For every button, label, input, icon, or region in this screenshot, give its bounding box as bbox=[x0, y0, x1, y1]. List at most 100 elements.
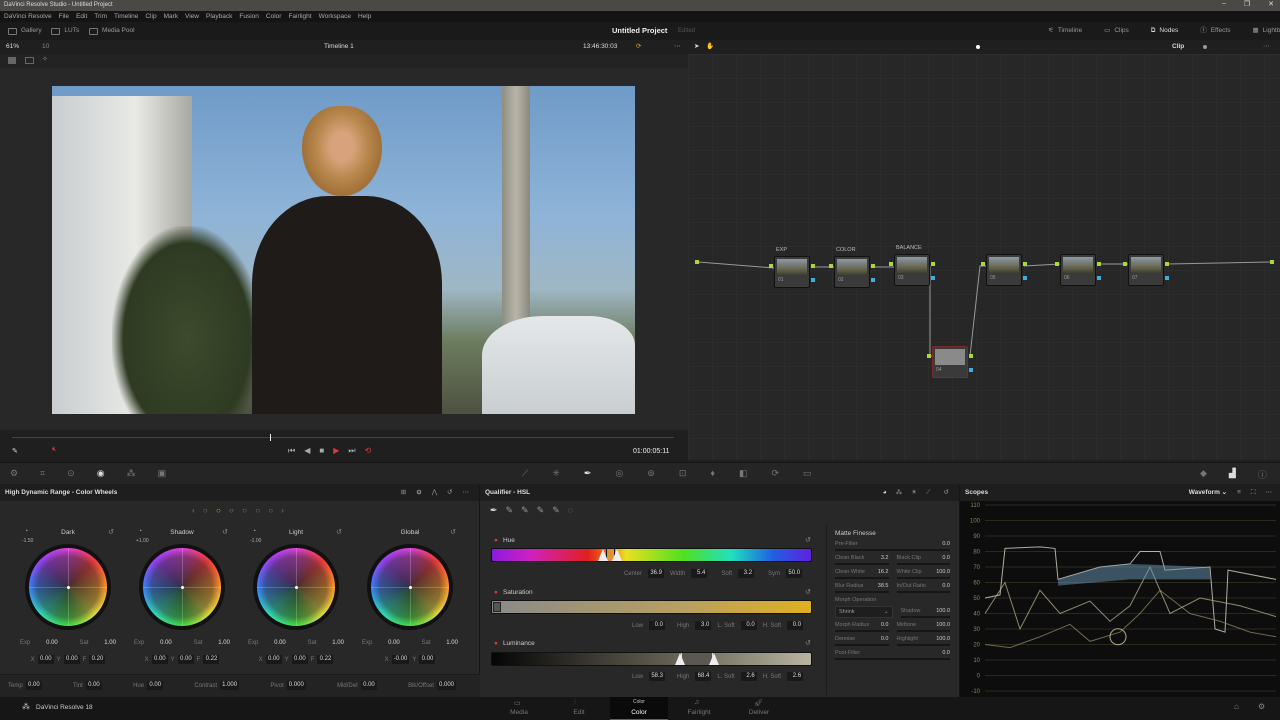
feather-minus-icon[interactable]: ✎ bbox=[537, 505, 545, 519]
f-field[interactable]: 0.22 bbox=[317, 655, 334, 664]
page-deliver[interactable]: 🚀︎ Deliver bbox=[730, 697, 788, 720]
zone-knob-icon[interactable]: ◔ bbox=[138, 528, 142, 535]
timeline-toggle[interactable]: ⚟ Timeline bbox=[1048, 22, 1082, 40]
color-wheel[interactable] bbox=[367, 544, 453, 630]
saturation-selection[interactable] bbox=[493, 602, 501, 612]
f-field[interactable]: 0.22 bbox=[203, 655, 220, 664]
adjust-field[interactable]: 0.000 bbox=[436, 681, 456, 690]
saturation-reset-icon[interactable]: ↺ bbox=[805, 588, 811, 596]
hue-range-bar[interactable] bbox=[491, 548, 812, 562]
gallery-button[interactable]: Gallery bbox=[8, 22, 42, 40]
node-rgb-input[interactable] bbox=[927, 354, 931, 358]
zone-graph-icon[interactable]: ⋀ bbox=[432, 485, 437, 501]
matte-slider[interactable] bbox=[835, 563, 889, 565]
picker-minus-icon[interactable]: ✎ bbox=[506, 505, 514, 519]
node-editor[interactable]: 01 EXP 02 COLOR 03 BALANCE 04 05 06 07 bbox=[688, 54, 1280, 460]
node-06[interactable]: 06 bbox=[1060, 254, 1096, 286]
rgb-mixer-icon[interactable]: ⁂ bbox=[127, 468, 136, 479]
picker-plus-icon[interactable]: ✎ bbox=[521, 505, 529, 519]
hsl-mode-icon[interactable]: ◕ bbox=[883, 485, 887, 501]
matte-morph-radius[interactable]: Morph Radius 0.0 bbox=[835, 618, 889, 632]
matte-slider[interactable] bbox=[900, 616, 950, 618]
page-edit[interactable]: ⫶ Edit bbox=[550, 697, 608, 720]
matte-shadow[interactable]: Shadow 100.0 bbox=[900, 604, 950, 618]
matte-slider[interactable] bbox=[896, 577, 950, 579]
exp-value[interactable]: 0.00 bbox=[46, 640, 58, 646]
luminance-low-handle[interactable] bbox=[675, 653, 685, 665]
scope-more-icon[interactable]: ⋯ bbox=[1266, 485, 1273, 501]
matte-slider[interactable] bbox=[896, 591, 950, 593]
step-back-button[interactable]: ◀ bbox=[304, 446, 310, 456]
zone-knob-icon[interactable]: ◔ bbox=[252, 528, 256, 535]
qualifier-reset-icon[interactable]: ↺ bbox=[944, 485, 949, 501]
blur-icon[interactable]: ♦ bbox=[710, 468, 715, 479]
menu-timeline[interactable]: Timeline bbox=[114, 11, 138, 22]
exp-value[interactable]: 0.00 bbox=[388, 640, 400, 646]
node-mode-dropdown[interactable]: Clip bbox=[1172, 40, 1184, 54]
sat-high-field[interactable]: 3.0 bbox=[695, 621, 712, 630]
scopes-icon[interactable]: ▟ bbox=[1229, 468, 1236, 481]
adjust-field[interactable]: 0.00 bbox=[85, 681, 102, 690]
sat-lsoft-field[interactable]: 0.0 bbox=[740, 621, 757, 630]
matte-slider[interactable] bbox=[896, 563, 950, 565]
hue-high-handle[interactable] bbox=[612, 549, 622, 561]
sizing-icon[interactable]: ⟳ bbox=[771, 468, 779, 479]
adjust-field[interactable]: 0.00 bbox=[147, 681, 164, 690]
matte-value[interactable]: 0.0 bbox=[881, 636, 889, 642]
restore-button[interactable]: ❐ bbox=[1244, 0, 1250, 8]
menu-davinci-resolve[interactable]: DaVinci Resolve bbox=[4, 11, 52, 22]
highlight-icon[interactable]: ✧ bbox=[42, 55, 48, 63]
matte-white-clip[interactable]: White Clip 100.0 bbox=[896, 565, 950, 579]
color-match-icon[interactable]: ⌗ bbox=[40, 468, 45, 479]
y-field[interactable]: 0.00 bbox=[177, 655, 194, 664]
minimize-button[interactable]: – bbox=[1222, 0, 1226, 8]
morph-operation-dropdown[interactable]: Shrink ⌄ bbox=[835, 606, 893, 618]
matte-postfilter[interactable]: Post-Filter 0.0 bbox=[835, 646, 950, 660]
luminance-enable-toggle[interactable]: ● bbox=[494, 640, 498, 647]
menu-workspace[interactable]: Workspace bbox=[319, 11, 351, 22]
matte-highlight[interactable]: Highlight 100.0 bbox=[896, 632, 950, 646]
sat-value[interactable]: 1.00 bbox=[332, 640, 344, 646]
matte-clean-white[interactable]: Clean White 16.2 bbox=[835, 565, 889, 579]
exp-value[interactable]: 0.00 bbox=[160, 640, 172, 646]
lum-low-field[interactable]: 58.3 bbox=[649, 672, 666, 681]
page-color[interactable]: Color Color bbox=[610, 697, 668, 720]
loop-button[interactable]: ⟲ bbox=[365, 446, 372, 456]
page-media[interactable]: ▭ Media bbox=[490, 697, 548, 720]
adjust-field[interactable]: 0.00 bbox=[360, 681, 377, 690]
sat-value[interactable]: 1.00 bbox=[446, 640, 458, 646]
menu-color[interactable]: Color bbox=[266, 11, 282, 22]
node-key-output[interactable] bbox=[931, 276, 935, 280]
hdr-wheels-icon[interactable]: ◉ bbox=[97, 468, 105, 479]
media-pool-button[interactable]: Media Pool bbox=[89, 22, 135, 40]
matte-value[interactable]: 0.0 bbox=[942, 650, 950, 656]
hue-low-handle[interactable] bbox=[598, 549, 608, 561]
menu-mark[interactable]: Mark bbox=[164, 11, 178, 22]
loop-icon[interactable]: ⟳ bbox=[636, 40, 641, 54]
node-rgb-output[interactable] bbox=[811, 264, 815, 268]
sat-hsoft-field[interactable]: 0.0 bbox=[787, 621, 804, 630]
matte-midtone[interactable]: Midtone 100.0 bbox=[896, 618, 950, 632]
f-field[interactable]: 0.20 bbox=[89, 655, 106, 664]
x-field[interactable]: 0.00 bbox=[265, 655, 282, 664]
matte-slider[interactable] bbox=[835, 591, 889, 593]
motion-effects-icon[interactable]: ▣ bbox=[158, 468, 167, 479]
wheel-reset-icon[interactable]: ↺ bbox=[336, 528, 342, 536]
matte-blur-radius[interactable]: Blur Radius 38.5 bbox=[835, 579, 889, 593]
page-fairlight[interactable]: ♫ Fairlight bbox=[670, 697, 728, 720]
adjust-field[interactable]: 0.000 bbox=[286, 681, 306, 690]
scope-settings-icon[interactable]: ≡ bbox=[1237, 485, 1241, 501]
matte-value[interactable]: 0.0 bbox=[942, 583, 950, 589]
camera-raw-icon[interactable]: ⚙ bbox=[10, 468, 18, 479]
keyframes-icon[interactable]: ◆ bbox=[1200, 468, 1207, 481]
node-key-output[interactable] bbox=[1097, 276, 1101, 280]
color-wheels-icon[interactable]: ⊙ bbox=[67, 468, 75, 479]
mute-icon[interactable]: 🔇︎ bbox=[52, 446, 56, 454]
node-key-output[interactable] bbox=[871, 278, 875, 282]
luminance-range-bar[interactable] bbox=[491, 652, 812, 666]
matte-value[interactable]: 100.0 bbox=[936, 622, 950, 628]
scrubber-playhead[interactable] bbox=[270, 434, 272, 441]
matte-prefilter[interactable]: Pre-Filter 0.0 bbox=[835, 537, 950, 551]
first-frame-button[interactable]: ⏮ bbox=[288, 446, 295, 456]
timeline-dropdown[interactable]: Timeline 1 bbox=[324, 40, 354, 54]
